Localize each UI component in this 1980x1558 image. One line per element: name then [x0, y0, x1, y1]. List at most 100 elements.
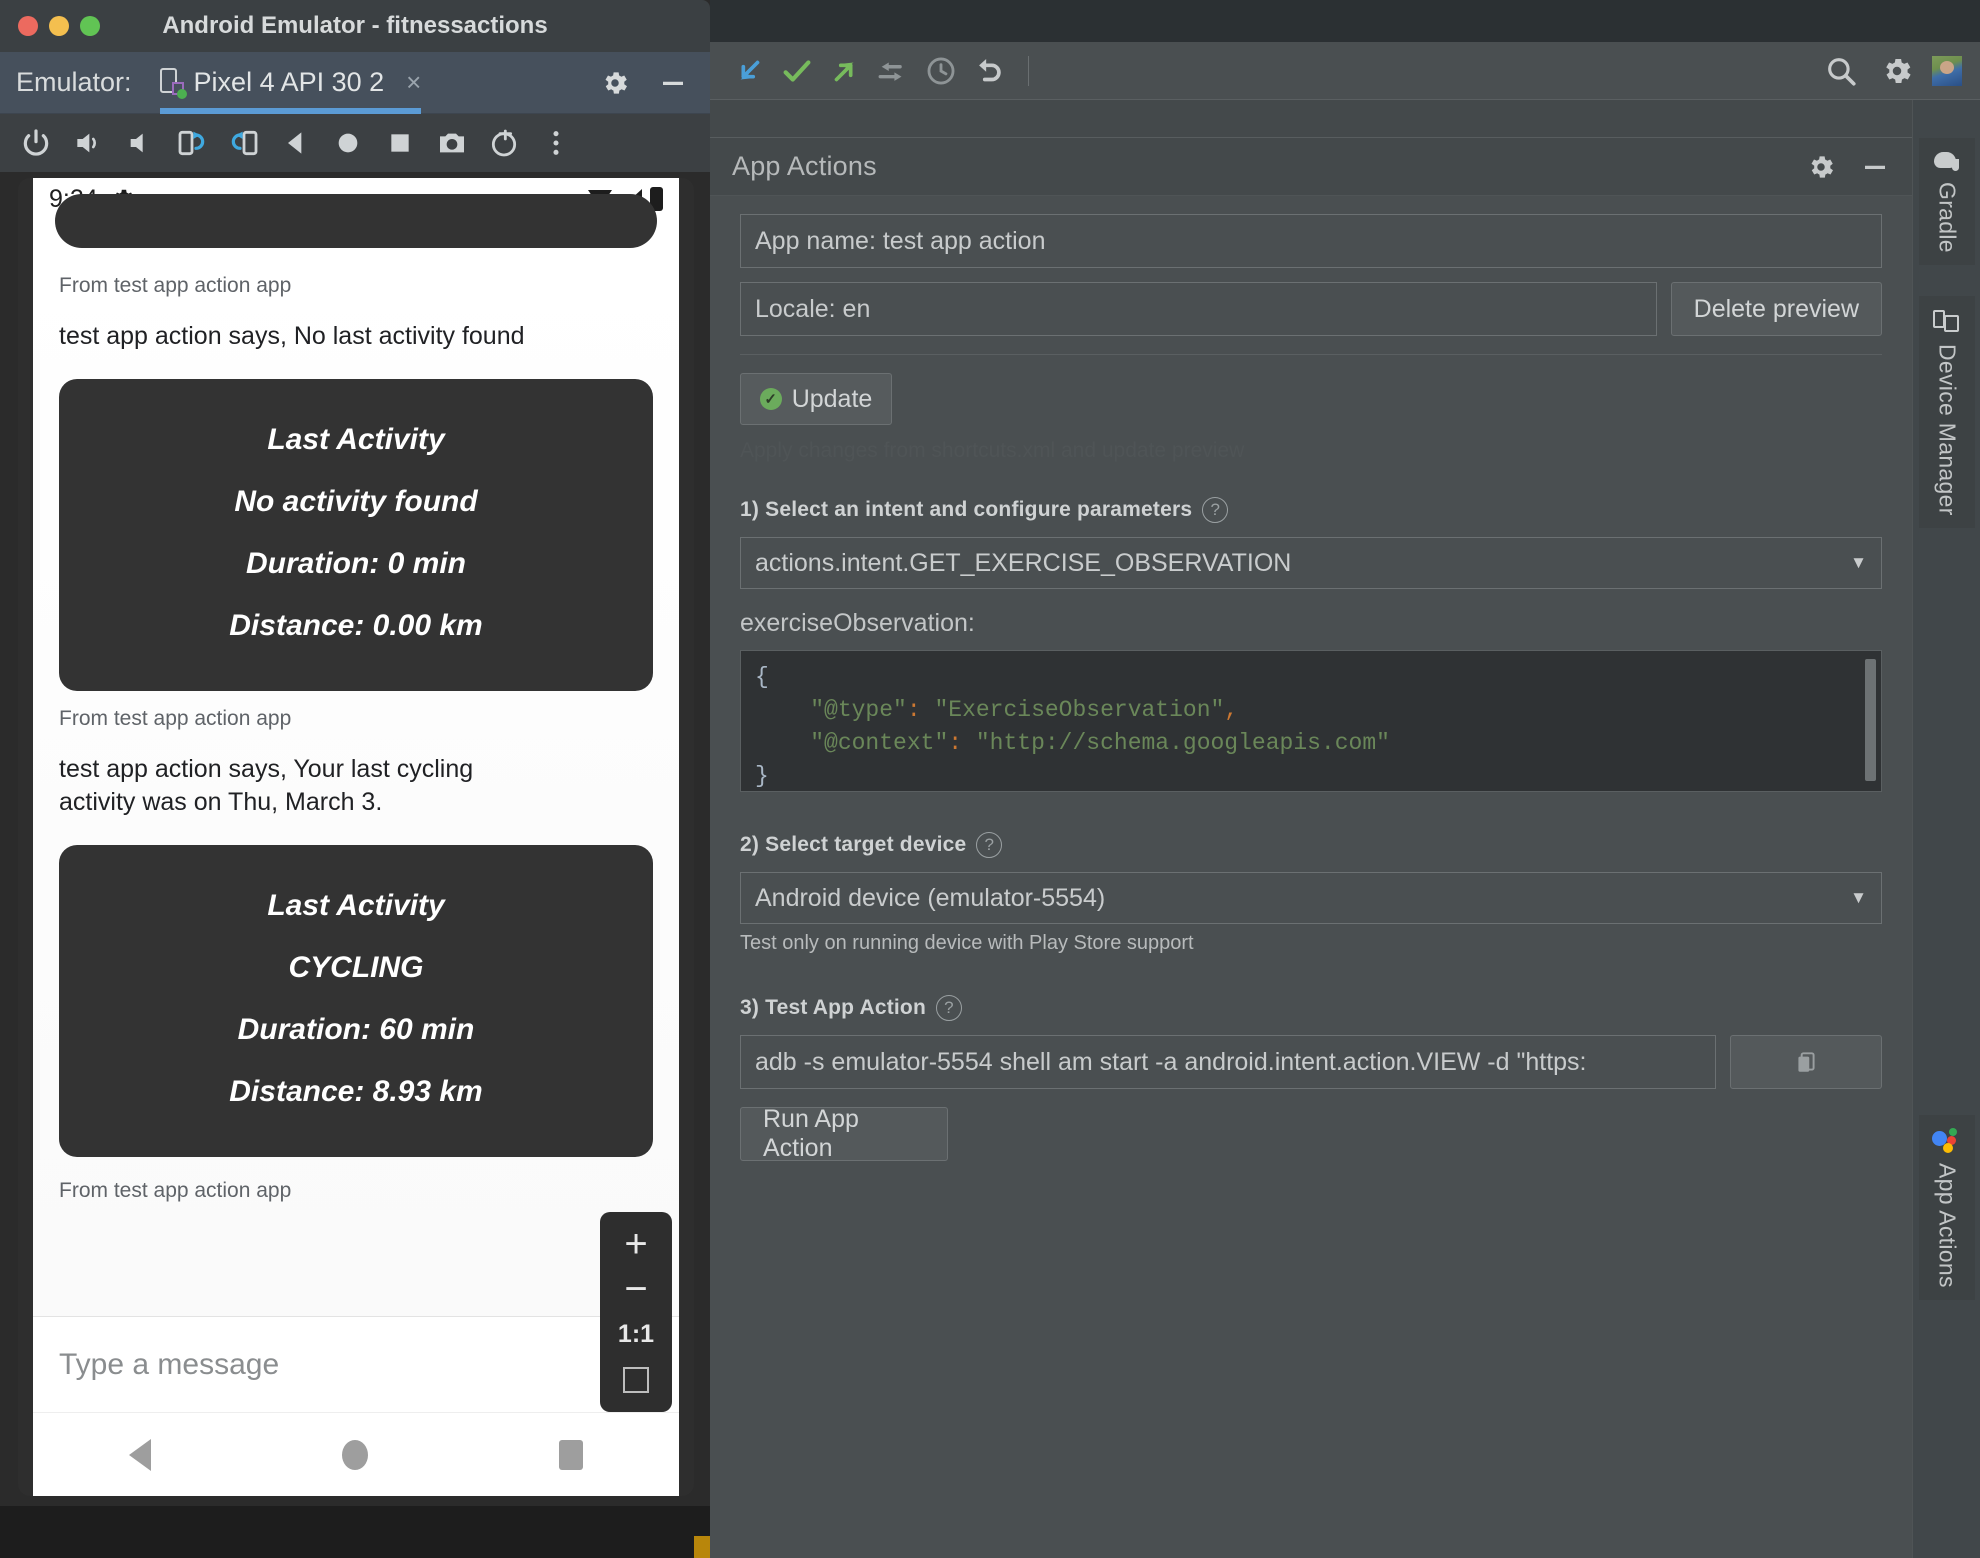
parameter-label: exerciseObservation: — [740, 609, 975, 637]
record-icon[interactable] — [478, 114, 530, 172]
message-input[interactable]: Type a message — [33, 1316, 679, 1412]
emulator-bottom-strip — [0, 1506, 710, 1558]
overview-icon[interactable] — [374, 114, 426, 172]
panel-title: App Actions — [732, 151, 877, 181]
volume-down-icon[interactable] — [114, 114, 166, 172]
more-icon[interactable] — [530, 114, 582, 172]
card-title: Last Activity — [267, 889, 445, 922]
pull-arrow-icon[interactable] — [728, 51, 770, 91]
locale-field[interactable]: Locale: en — [740, 282, 1657, 336]
emulator-label: Emulator: — [16, 67, 132, 97]
gear-icon[interactable] — [1876, 51, 1918, 91]
recents-button[interactable] — [559, 1439, 584, 1470]
emulator-zoom-controls: + − 1:1 — [600, 1212, 672, 1412]
tool-tab-app-actions[interactable]: App Actions — [1919, 1115, 1975, 1300]
help-icon[interactable]: ? — [936, 995, 962, 1021]
delete-preview-button[interactable]: Delete preview — [1670, 282, 1882, 336]
code-line-1: { — [755, 664, 769, 690]
gradle-elephant-icon — [1932, 150, 1962, 172]
zoom-in-button[interactable]: + — [600, 1222, 672, 1267]
code-val-context: "http://schema.googleapis.com" — [962, 730, 1390, 756]
adb-command-field[interactable]: adb -s emulator-5554 shell am start -a a… — [740, 1035, 1716, 1089]
minimize-icon[interactable] — [658, 68, 688, 98]
search-icon[interactable] — [1820, 51, 1862, 91]
ide-toolbar — [710, 42, 1980, 100]
emulator-tab-pixel4[interactable]: Pixel 4 API 30 2 × — [159, 52, 422, 114]
tool-tab-device-manager[interactable]: Device Manager — [1919, 296, 1975, 528]
step-3-label: 3) Test App Action ? — [740, 995, 1882, 1021]
panel-divider — [740, 354, 1882, 355]
update-button[interactable]: ✓ Update — [740, 373, 892, 425]
chat-message-3: From test app action app — [33, 1157, 679, 1203]
code-line-4: } — [755, 763, 769, 789]
back-icon[interactable] — [270, 114, 322, 172]
copy-icon[interactable] — [1730, 1035, 1882, 1089]
google-dots-icon — [1932, 1127, 1962, 1153]
message-input-placeholder: Type a message — [59, 1347, 280, 1381]
expand-icon — [623, 1366, 649, 1393]
app-actions-panel-header: App Actions — [710, 138, 1912, 196]
update-hint: Apply changes from shortcuts.xml and upd… — [740, 439, 1245, 462]
code-key-context: "@context" — [810, 730, 949, 756]
tool-tab-gradle[interactable]: Gradle — [1919, 138, 1975, 265]
rotate-right-icon[interactable] — [218, 114, 270, 172]
ide-top-strip — [710, 0, 1980, 42]
app-name-field[interactable]: App name: test app action — [740, 214, 1882, 268]
target-device-select[interactable]: Android device (emulator-5554) ▼ — [740, 872, 1882, 924]
step-1-text: 1) Select an intent and configure parame… — [740, 498, 1193, 521]
code-val-type: "ExerciseObservation" — [920, 697, 1225, 723]
intent-select[interactable]: actions.intent.GET_EXERCISE_OBSERVATION … — [740, 537, 1882, 589]
emulator-titlebar: Android Emulator - fitnessactions — [0, 0, 710, 52]
home-icon[interactable] — [322, 114, 374, 172]
commit-check-icon[interactable] — [776, 51, 818, 91]
back-button[interactable] — [128, 1438, 151, 1471]
actual-size-button[interactable]: 1:1 — [600, 1312, 672, 1357]
minimize-icon[interactable] — [1860, 152, 1890, 182]
minimize-window-button[interactable] — [49, 16, 69, 36]
card-activity: CYCLING — [288, 951, 424, 984]
close-window-button[interactable] — [18, 16, 38, 36]
run-app-action-button[interactable]: Run App Action — [740, 1105, 948, 1162]
chevron-down-icon: ▼ — [1850, 553, 1867, 572]
device-icon — [159, 67, 187, 99]
activity-card: Last Activity No activity found Duration… — [59, 379, 653, 691]
revert-undo-icon[interactable] — [968, 51, 1010, 91]
fit-screen-button[interactable] — [600, 1357, 672, 1402]
traffic-lights — [18, 16, 100, 36]
zoom-window-button[interactable] — [80, 16, 100, 36]
code-colon-1: : — [906, 697, 921, 723]
intent-select-value: actions.intent.GET_EXERCISE_OBSERVATION — [755, 548, 1292, 577]
step-3-text: 3) Test App Action — [740, 996, 926, 1019]
power-icon[interactable] — [10, 114, 62, 172]
help-icon[interactable]: ? — [976, 832, 1003, 858]
help-icon[interactable]: ? — [1202, 497, 1229, 523]
volume-up-icon[interactable] — [62, 114, 114, 172]
check-icon: ✓ — [759, 388, 782, 410]
screenshot-icon[interactable] — [426, 114, 478, 172]
emulator-control-bar — [0, 114, 710, 172]
emulator-window-title: Android Emulator - fitnessactions — [162, 12, 548, 39]
avatar[interactable] — [1932, 55, 1962, 86]
chevron-down-icon: ▼ — [1850, 888, 1867, 907]
gear-icon[interactable] — [1806, 152, 1836, 182]
code-key-type: "@type" — [810, 697, 907, 723]
close-icon[interactable]: × — [406, 67, 421, 98]
rebase-icon[interactable] — [872, 51, 914, 91]
parameter-json-editor[interactable]: { "@type": "ExerciseObservation", "@cont… — [740, 650, 1882, 792]
history-clock-icon[interactable] — [920, 51, 962, 91]
message-text: test app action says, Your last cycling … — [59, 755, 474, 816]
home-button[interactable] — [341, 1439, 368, 1470]
activity-card: Last Activity CYCLING Duration: 60 min D… — [59, 845, 653, 1157]
code-comma: , — [1224, 697, 1239, 723]
rotate-left-icon[interactable] — [166, 114, 218, 172]
zoom-out-button[interactable]: − — [600, 1267, 672, 1312]
target-device-value: Android device (emulator-5554) — [755, 883, 1106, 912]
code-scrollbar[interactable] — [1865, 659, 1876, 781]
emulator-window: Android Emulator - fitnessactions Emulat… — [0, 0, 710, 1558]
message-from: From test app action app — [59, 707, 292, 730]
emulator-tabbar: Emulator: Pixel 4 API 30 2 × — [0, 52, 710, 114]
push-arrow-icon[interactable] — [824, 51, 866, 91]
gear-icon[interactable] — [600, 68, 630, 98]
card-duration: Duration: 0 min — [245, 547, 466, 580]
message-text: test app action says, No last activity f… — [59, 322, 525, 350]
